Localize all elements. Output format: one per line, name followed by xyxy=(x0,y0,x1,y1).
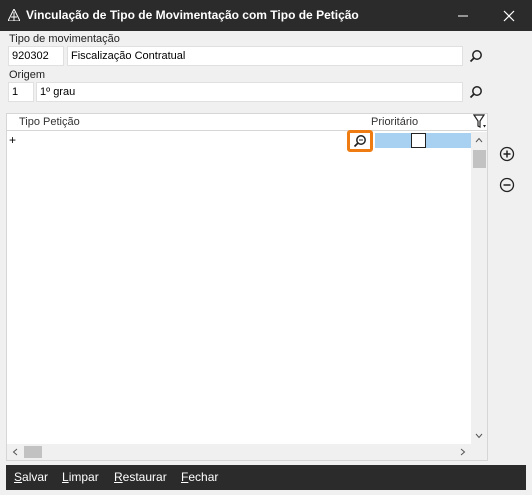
remove-row-button[interactable] xyxy=(498,176,516,194)
origem-label: Origem xyxy=(9,69,46,81)
chevron-left-icon xyxy=(12,448,18,456)
search-icon xyxy=(469,50,482,63)
chevron-right-icon xyxy=(460,448,466,456)
scroll-right-button[interactable] xyxy=(455,444,471,460)
title-bar: Vinculação de Tipo de Movimentação com T… xyxy=(0,0,532,31)
vertical-scrollbar[interactable] xyxy=(471,132,487,444)
horizontal-scrollbar[interactable] xyxy=(7,444,471,460)
search-icon xyxy=(469,86,482,99)
scrollbar-corner xyxy=(471,444,487,460)
origem-search-button[interactable] xyxy=(467,83,485,101)
tipo-movimentacao-search-button[interactable] xyxy=(467,47,485,65)
restore-button[interactable]: Restaurar xyxy=(114,470,167,484)
app-icon xyxy=(8,9,20,21)
minimize-button[interactable] xyxy=(440,0,486,31)
prioritario-checkbox[interactable] xyxy=(411,133,426,148)
clear-button[interactable]: Limpar xyxy=(62,470,99,484)
table-row[interactable]: + xyxy=(7,130,472,152)
tipo-movimentacao-code-field[interactable]: 920302 xyxy=(8,46,64,66)
footer-toolbar: Salvar Limpar Restaurar Fechar xyxy=(6,465,526,490)
column-header-prioritario[interactable]: Prioritário xyxy=(371,116,418,128)
add-row-button[interactable] xyxy=(498,145,516,163)
filter-icon[interactable] xyxy=(473,114,487,130)
window-title: Vinculação de Tipo de Movimentação com T… xyxy=(26,8,359,22)
horizontal-scroll-thumb[interactable] xyxy=(24,446,42,458)
vertical-scroll-thumb[interactable] xyxy=(473,150,486,168)
origem-code-field[interactable]: 1 xyxy=(8,82,34,102)
tipo-movimentacao-description-field[interactable]: Fiscalização Contratual xyxy=(67,46,463,66)
search-icon xyxy=(353,135,366,148)
grid-header: Tipo Petição Prioritário xyxy=(7,114,487,131)
close-button[interactable] xyxy=(486,0,532,31)
minimize-icon xyxy=(458,15,468,16)
scroll-down-button[interactable] xyxy=(471,428,487,444)
prioritario-cell[interactable] xyxy=(375,133,472,148)
chevron-down-icon xyxy=(475,433,483,439)
close-dialog-button[interactable]: Fechar xyxy=(181,470,218,484)
tipo-peticao-lookup-button[interactable] xyxy=(347,130,373,152)
column-header-tipo-peticao[interactable]: Tipo Petição xyxy=(19,116,80,128)
save-button[interactable]: Salvar xyxy=(14,470,48,484)
plus-circle-icon xyxy=(499,146,515,162)
new-row-marker: + xyxy=(9,133,17,147)
close-icon xyxy=(503,10,515,21)
scroll-up-button[interactable] xyxy=(471,132,487,148)
chevron-up-icon xyxy=(475,137,483,143)
scroll-left-button[interactable] xyxy=(7,444,23,460)
minus-circle-icon xyxy=(499,177,515,193)
tipo-peticao-grid[interactable]: Tipo Petição Prioritário + xyxy=(6,113,488,461)
origem-description-field[interactable]: 1º grau xyxy=(36,82,463,102)
tipo-movimentacao-label: Tipo de movimentação xyxy=(9,33,120,45)
